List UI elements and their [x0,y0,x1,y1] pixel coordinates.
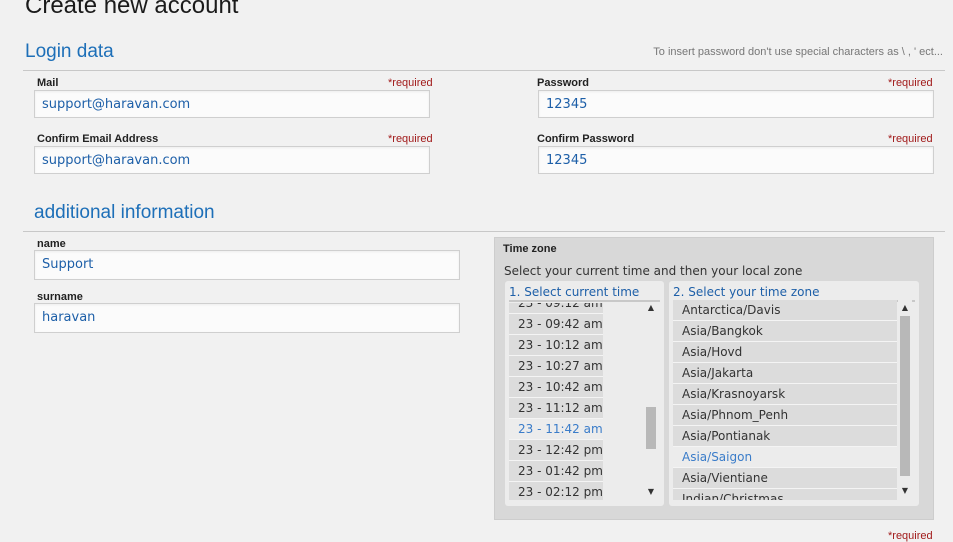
zone-item[interactable]: Asia/Bangkok [673,321,897,342]
mail-label: Mail [37,77,59,89]
zone-item[interactable]: Asia/Pontianak [673,426,897,447]
time-list-scrollbar[interactable]: ▲ ▼ [644,303,658,500]
mail-required: *required [388,77,433,89]
surname-input[interactable]: haravan [34,303,460,333]
timezone-subtitle: Select your current time and then your l… [504,264,803,278]
time-item[interactable]: 23 - 11:12 am [509,398,603,419]
login-section-title: Login data [25,41,114,62]
time-item-selected[interactable]: 23 - 11:42 am [509,419,603,440]
confirm-email-input[interactable]: support@haravan.com [34,146,430,174]
triangle-up-icon[interactable]: ▲ [644,303,658,312]
confirm-password-input[interactable]: 12345 [538,146,934,174]
time-item[interactable]: 23 - 10:27 am [509,356,603,377]
timezone-title: Time zone [503,243,557,255]
password-hint: To insert password don't use special cha… [653,46,943,58]
confirm-password-required: *required [888,133,933,145]
page-title: Create new account [25,0,239,19]
triangle-up-icon[interactable]: ▲ [898,303,912,312]
password-required: *required [888,77,933,89]
time-list-header-line [509,300,660,302]
triangle-down-icon[interactable]: ▼ [644,487,658,496]
time-list-scroll-thumb[interactable] [646,407,656,449]
confirm-password-label: Confirm Password [537,133,635,145]
time-list-header: 1. Select current time [509,285,640,299]
time-list-box: 1. Select current time 23 - 09:12 am 23 … [505,281,664,506]
zone-item-partial[interactable]: Indian/Christmas [673,489,897,500]
time-item[interactable]: 23 - 12:42 pm [509,440,603,461]
additional-section-title: additional information [34,202,215,223]
zone-list-header: 2. Select your time zone [673,285,820,299]
login-divider [23,70,945,71]
time-item[interactable]: 23 - 02:12 pm [509,482,603,500]
time-list: 23 - 09:12 am 23 - 09:42 am 23 - 10:12 a… [509,303,642,500]
zone-list-scrollbar[interactable]: ▲ ▼ [898,300,912,500]
zone-list-scroll-thumb[interactable] [900,316,910,476]
time-item[interactable]: 23 - 09:42 am [509,314,603,335]
password-label: Password [537,77,589,89]
password-input[interactable]: 12345 [538,90,934,118]
zone-item[interactable]: Antarctica/Davis [673,300,897,321]
time-item[interactable]: 23 - 10:42 am [509,377,603,398]
zone-item[interactable]: Asia/Phnom_Penh [673,405,897,426]
confirm-email-label: Confirm Email Address [37,133,159,145]
time-item[interactable]: 23 - 10:12 am [509,335,603,356]
zone-list: Antarctica/Davis Asia/Bangkok Asia/Hovd … [673,300,897,500]
zone-item[interactable]: Asia/Vientiane [673,468,897,489]
zone-item[interactable]: Asia/Jakarta [673,363,897,384]
time-item-partial[interactable]: 23 - 09:12 am [509,303,603,314]
surname-label: surname [37,291,83,303]
bottom-required: *required [888,530,933,542]
zone-item[interactable]: Asia/Krasnoyarsk [673,384,897,405]
zone-item-selected[interactable]: Asia/Saigon [673,447,897,468]
name-input[interactable]: Support [34,250,460,280]
zone-item[interactable]: Asia/Hovd [673,342,897,363]
timezone-panel: Time zone Select your current time and t… [494,237,934,520]
mail-input[interactable]: support@haravan.com [34,90,430,118]
confirm-email-required: *required [388,133,433,145]
zone-list-box: 2. Select your time zone Antarctica/Davi… [669,281,919,506]
name-label: name [37,238,66,250]
time-item[interactable]: 23 - 01:42 pm [509,461,603,482]
triangle-down-icon[interactable]: ▼ [898,486,912,495]
additional-divider [23,231,945,232]
